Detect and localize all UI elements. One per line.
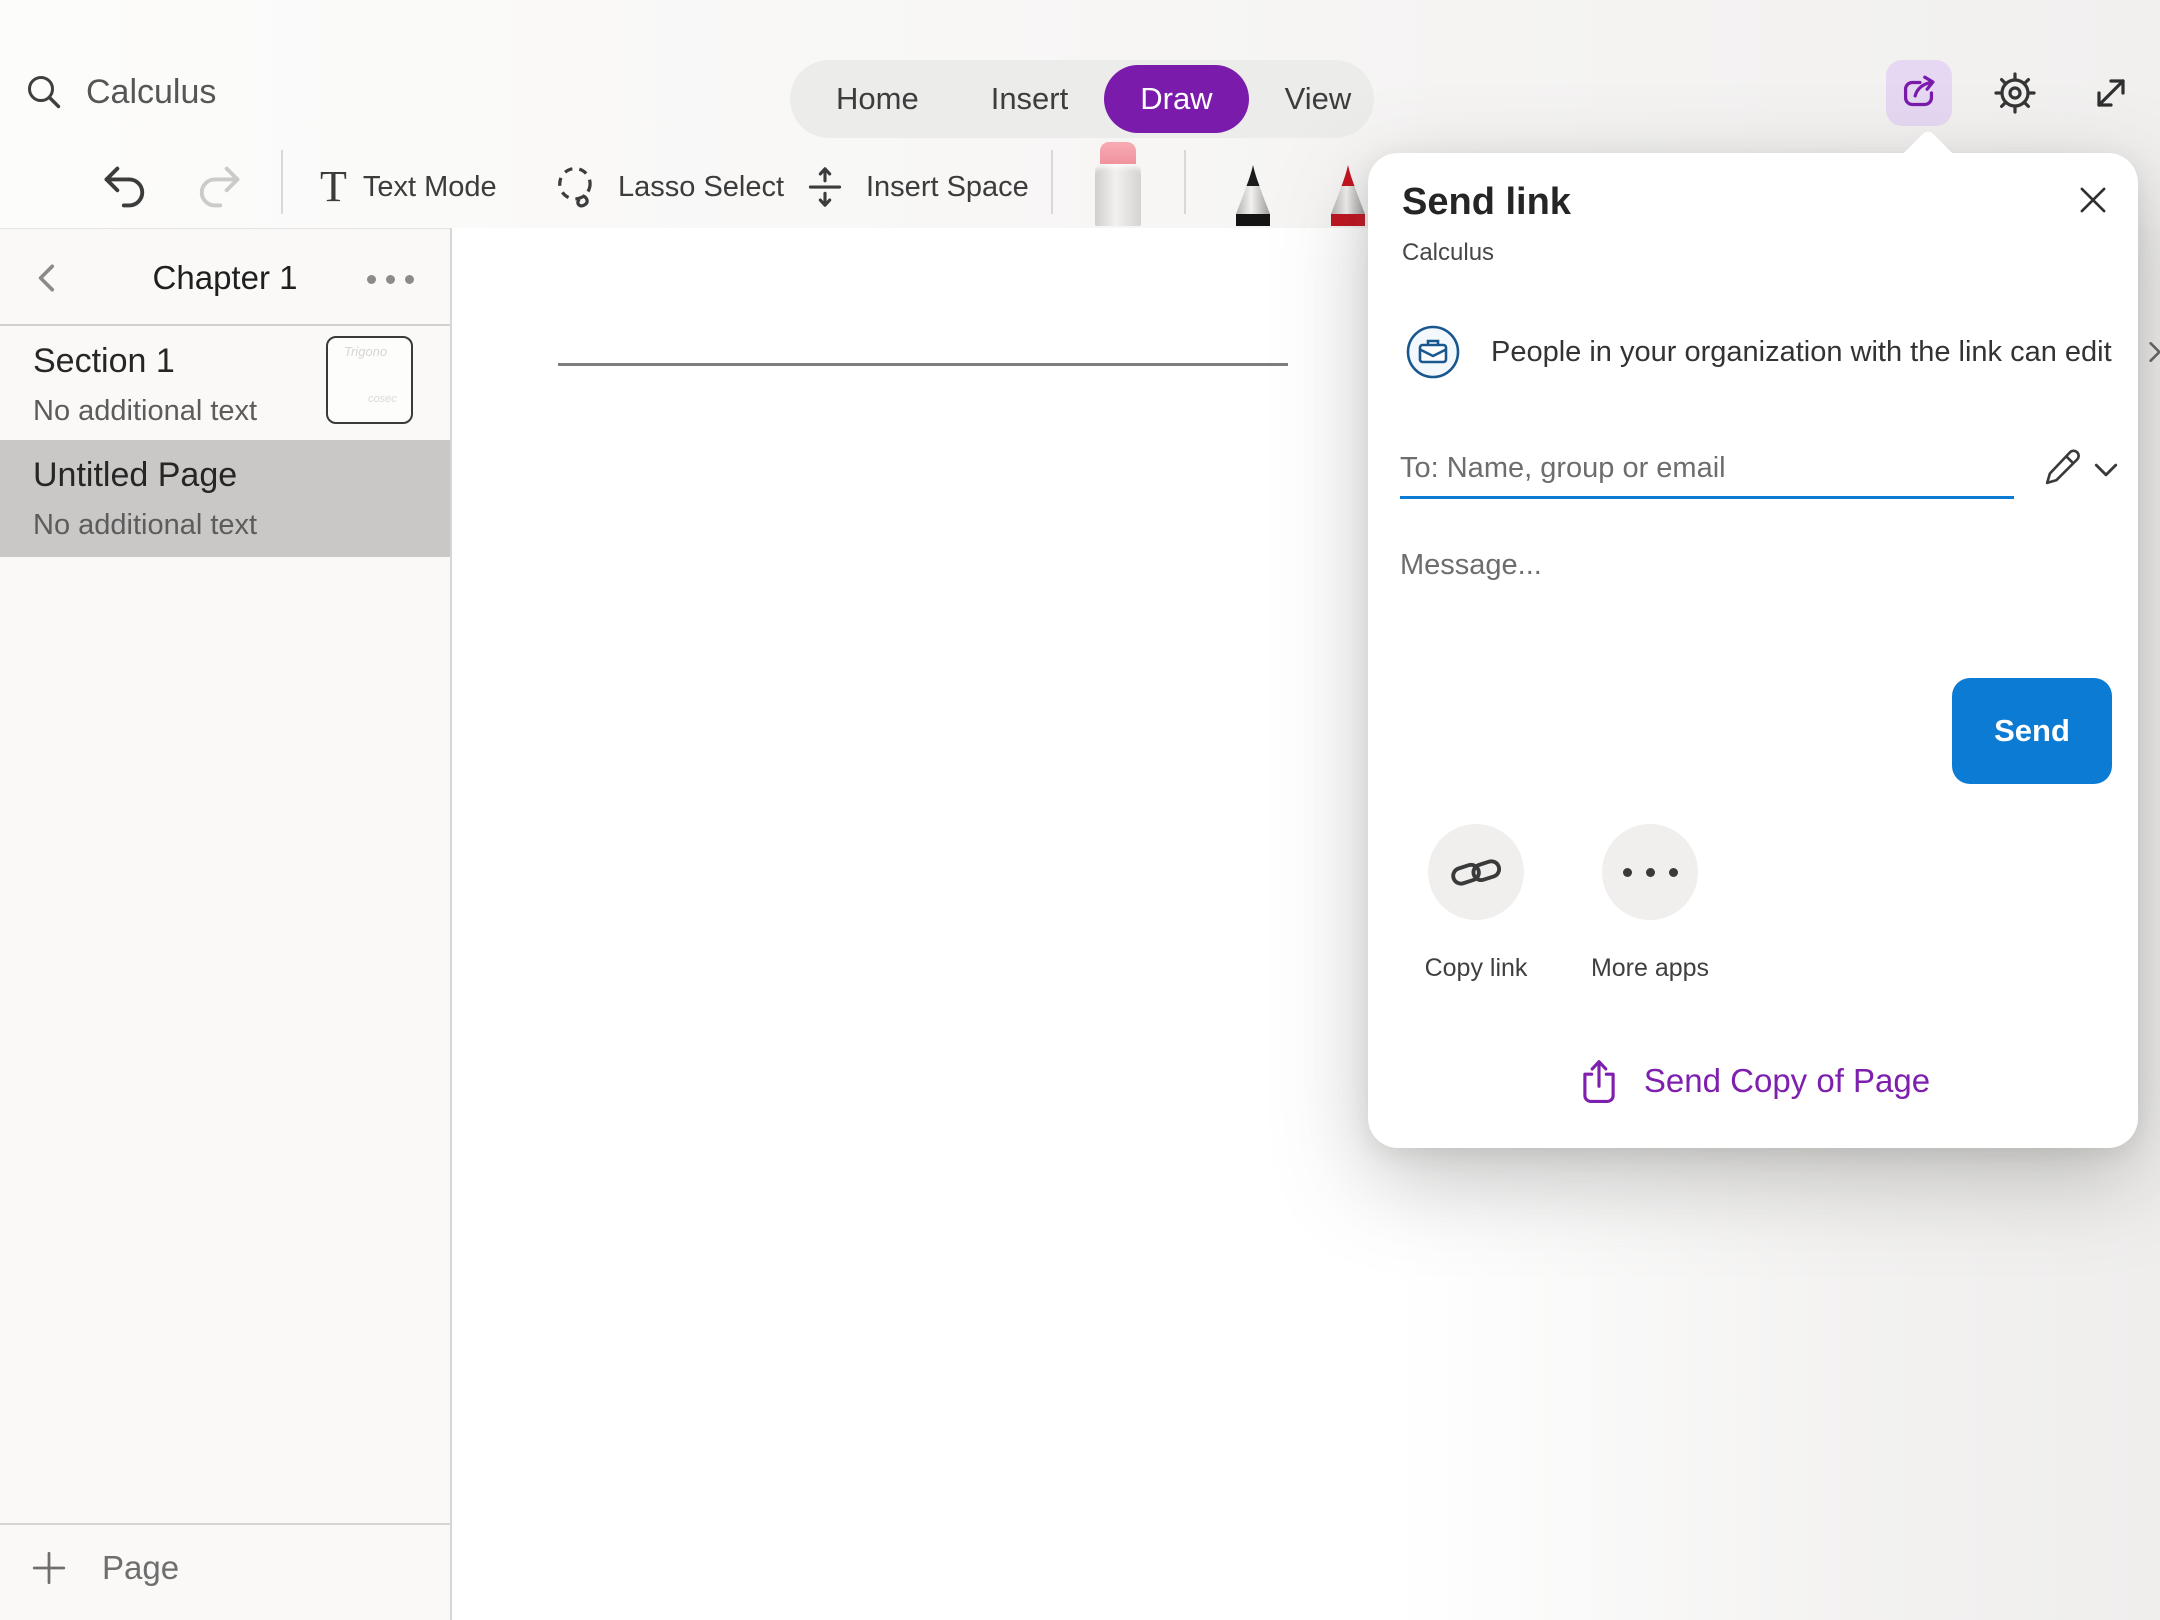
ellipsis-icon (386, 275, 395, 284)
redo-button[interactable] (192, 148, 244, 226)
briefcase-icon (1405, 324, 1461, 380)
red-pen-tool[interactable] (1323, 164, 1373, 226)
share-button[interactable] (1886, 60, 1952, 126)
lasso-icon (550, 161, 602, 213)
chevron-down-icon (2089, 453, 2123, 487)
settings-button[interactable] (1982, 60, 2048, 126)
gear-icon (1991, 69, 2039, 117)
to-input[interactable] (1400, 441, 2014, 499)
eraser-body (1095, 164, 1141, 226)
pencil-icon (2040, 446, 2084, 490)
page-subtitle: No additional text (33, 509, 450, 542)
onenote-app: Calculus Home Insert Draw View (0, 0, 2160, 1620)
text-mode-icon: T (320, 165, 347, 209)
page-sidebar: Chapter 1 Section 1 No additional text T… (0, 228, 452, 1620)
plus-icon (30, 1549, 68, 1587)
page-title: Untitled Page (33, 456, 450, 495)
tab-view[interactable]: View (1249, 65, 1388, 133)
link-icon (1445, 841, 1507, 903)
expand-recipients-button[interactable] (2084, 449, 2128, 493)
send-link-dialog: Send link Calculus People in your organi… (1368, 153, 2138, 1148)
copy-link-label: Copy link (1425, 954, 1528, 983)
message-input[interactable] (1400, 537, 1960, 593)
sidebar-footer: Page (0, 1523, 450, 1620)
search-icon (24, 72, 64, 112)
add-page-label: Page (102, 1549, 179, 1587)
permission-text: People in your organization with the lin… (1491, 336, 2112, 369)
insert-space-icon (800, 162, 850, 212)
chevron-right-icon (2142, 339, 2160, 365)
ribbon-tabs: Home Insert Draw View (790, 60, 1374, 138)
redo-icon (192, 161, 244, 213)
close-dialog-button[interactable] (2069, 177, 2117, 225)
edit-recipients-button[interactable] (2036, 443, 2088, 495)
toolbar-divider (281, 150, 283, 214)
sidebar-header: Chapter 1 (0, 229, 450, 326)
more-apps-label: More apps (1591, 954, 1709, 983)
undo-icon (100, 161, 152, 213)
notebook-title: Calculus (86, 73, 216, 112)
section-more-button[interactable] (360, 253, 420, 305)
page-title-underline (558, 363, 1288, 366)
send-copy-of-page-button[interactable]: Send Copy of Page (1368, 1051, 2138, 1111)
insert-space-label: Insert Space (866, 171, 1029, 204)
notebook-search[interactable]: Calculus (24, 72, 216, 112)
black-pen-tool[interactable] (1228, 164, 1278, 226)
link-permission-button[interactable]: People in your organization with the lin… (1405, 324, 2160, 380)
toolbar-divider (1184, 150, 1186, 214)
expand-icon (2089, 71, 2133, 115)
send-copy-label: Send Copy of Page (1644, 1062, 1930, 1100)
tab-draw[interactable]: Draw (1104, 65, 1248, 133)
add-page-button[interactable]: Page (30, 1549, 179, 1587)
send-button[interactable]: Send (1952, 678, 2112, 784)
more-apps-button[interactable]: More apps (1562, 824, 1738, 983)
thumbnail-text: Trigono (344, 344, 411, 359)
share-icon (1896, 70, 1942, 116)
lasso-select-label: Lasso Select (618, 171, 784, 204)
toolbar-divider (1051, 150, 1053, 214)
more-apps-circle (1602, 824, 1698, 920)
ellipsis-icon (367, 275, 376, 284)
undo-button[interactable] (100, 148, 152, 226)
copy-link-button[interactable]: Copy link (1388, 824, 1564, 983)
share-up-arrow-icon (1576, 1058, 1622, 1104)
top-actions (1886, 60, 2144, 126)
page-row-untitled-page[interactable]: Untitled Page No additional text (0, 440, 450, 557)
dialog-notebook-name: Calculus (1402, 239, 1494, 267)
eraser-tool[interactable] (1095, 142, 1141, 226)
thumbnail-text: cosec (368, 393, 411, 405)
page-list: Section 1 No additional text Trigono cos… (0, 326, 450, 557)
text-mode-label: Text Mode (363, 171, 497, 204)
page-thumbnail: Trigono cosec (326, 336, 413, 424)
lasso-select-button[interactable]: Lasso Select (550, 148, 784, 226)
insert-space-button[interactable]: Insert Space (800, 148, 1029, 226)
page-row-section-1[interactable]: Section 1 No additional text Trigono cos… (0, 326, 450, 440)
close-icon (2073, 180, 2113, 220)
tab-insert[interactable]: Insert (955, 65, 1105, 133)
tab-home[interactable]: Home (800, 65, 955, 133)
fullscreen-button[interactable] (2078, 60, 2144, 126)
text-mode-button[interactable]: T Text Mode (320, 148, 497, 226)
ellipsis-icon (1623, 868, 1678, 877)
ellipsis-icon (405, 275, 414, 284)
copy-link-circle (1428, 824, 1524, 920)
dialog-title: Send link (1402, 181, 1571, 224)
